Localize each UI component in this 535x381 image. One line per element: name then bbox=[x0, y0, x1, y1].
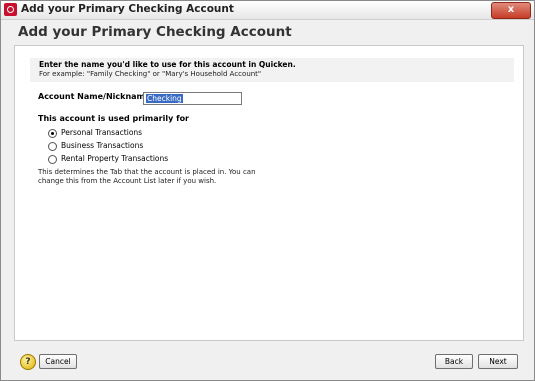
radio-label: Personal Transactions bbox=[61, 128, 143, 137]
intro-box: Enter the name you'd like to use for thi… bbox=[30, 58, 514, 82]
intro-example: For example: "Family Checking" or "Mary'… bbox=[39, 70, 262, 78]
title-bar: Add your Primary Checking Account x bbox=[1, 1, 534, 20]
intro-instruction: Enter the name you'd like to use for thi… bbox=[39, 60, 296, 69]
dialog-header: Add your Primary Checking Account bbox=[1, 20, 534, 46]
content-panel: Enter the name you'd like to use for thi… bbox=[14, 45, 524, 341]
radio-button-icon[interactable] bbox=[48, 155, 57, 164]
page-title: Add your Primary Checking Account bbox=[18, 24, 292, 40]
dialog-window: Add your Primary Checking Account x Add … bbox=[0, 0, 535, 381]
back-button[interactable]: Back bbox=[435, 354, 473, 369]
close-button[interactable]: x bbox=[491, 2, 531, 19]
radio-label: Business Transactions bbox=[61, 141, 144, 150]
cancel-button[interactable]: Cancel bbox=[39, 354, 77, 369]
tab-help-text: This determines the Tab that the account… bbox=[38, 168, 256, 185]
help-icon[interactable]: ? bbox=[20, 354, 36, 370]
account-usage-label: This account is used primarily for bbox=[38, 114, 190, 123]
radio-label: Rental Property Transactions bbox=[61, 154, 169, 163]
account-name-label: Account Name/Nickname bbox=[38, 92, 151, 101]
radio-button-checked-icon[interactable] bbox=[48, 129, 57, 138]
quicken-logo-icon bbox=[4, 3, 17, 16]
radio-button-icon[interactable] bbox=[48, 142, 57, 151]
next-button[interactable]: Next bbox=[478, 354, 518, 369]
account-name-input[interactable]: Checking bbox=[143, 92, 242, 105]
window-title: Add your Primary Checking Account bbox=[21, 3, 234, 15]
account-name-value: Checking bbox=[146, 94, 183, 103]
